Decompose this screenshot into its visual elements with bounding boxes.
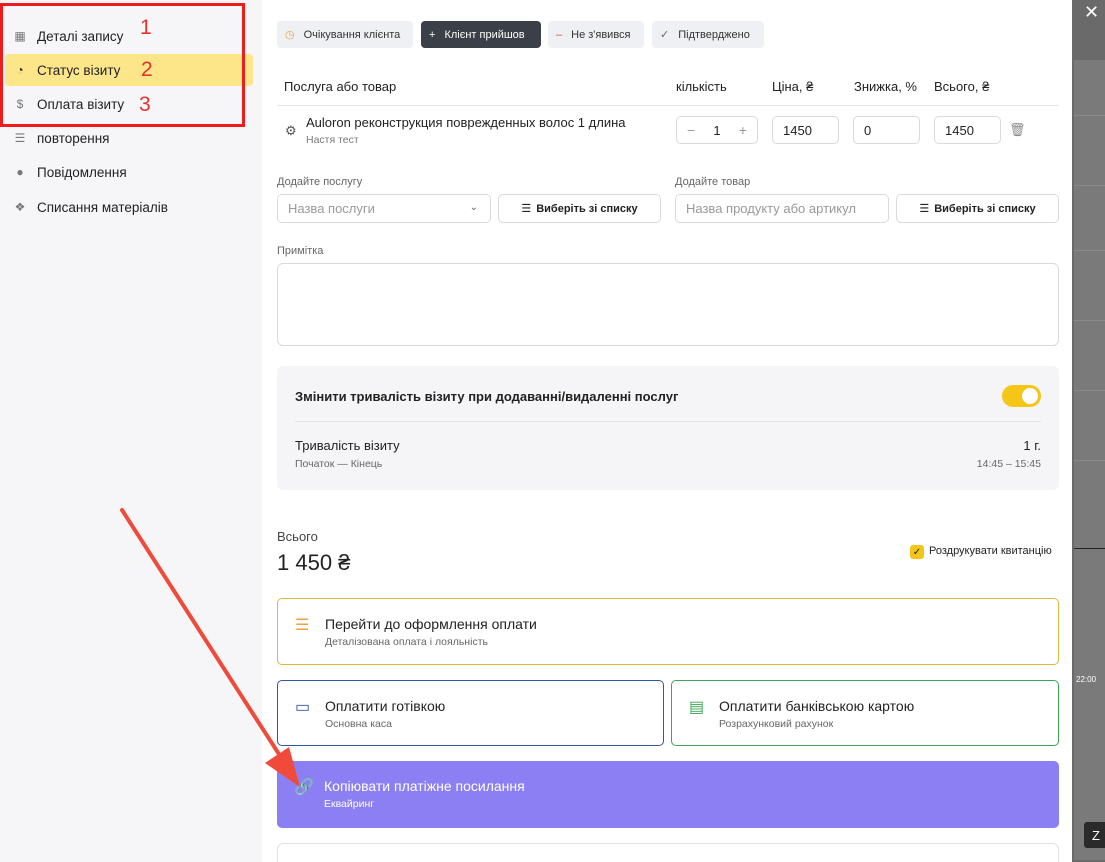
minus-icon: – [556, 28, 563, 41]
print-receipt-checkbox[interactable]: ✓ [910, 545, 924, 559]
status-confirmed-button[interactable]: ✓ Підтверджено [652, 21, 764, 48]
header-discount: Знижка, % [854, 79, 917, 94]
divider [295, 421, 1041, 422]
print-receipt-label: Роздрукувати квитанцію [929, 545, 1052, 557]
bottom-card [277, 843, 1059, 862]
time-label: 22:00 [1076, 675, 1097, 684]
payment-subtitle: Розрахунковий рахунок [719, 718, 834, 730]
price-input[interactable]: 1450 [772, 116, 839, 144]
materials-icon: ❖ [14, 200, 26, 214]
total-amount: 1 450 ₴ [277, 550, 351, 575]
payment-title: Перейти до оформлення оплати [325, 616, 537, 632]
service-name: Auloron реконструкция поврежденных волос… [306, 115, 626, 130]
checkout-button[interactable]: ☰ Перейти до оформлення оплати Деталізов… [277, 598, 1059, 665]
annotation-number: 1 [140, 16, 152, 39]
total-input[interactable]: 1450 [934, 116, 1001, 144]
grid-line [1074, 390, 1105, 391]
divider [277, 105, 1059, 106]
card-icon: ▤ [689, 699, 705, 716]
total-label: Всього [277, 529, 318, 544]
annotation-box [0, 3, 245, 127]
z-button[interactable]: Z [1084, 822, 1105, 848]
list-icon: ☰ [919, 203, 930, 215]
note-textarea[interactable] [277, 263, 1059, 346]
list-icon: ☰ [521, 203, 532, 215]
payment-subtitle: Еквайринг [324, 798, 375, 810]
header-service: Послуга або товар [284, 79, 397, 94]
payment-title: Оплатити банківською картою [719, 698, 915, 714]
chat-icon: ● [16, 165, 24, 179]
button-label: Виберіть зі списку [536, 202, 638, 215]
close-icon[interactable]: ✕ [1084, 2, 1099, 23]
duration-card [277, 366, 1059, 490]
pay-cash-button[interactable]: ▭ Оплатити готівкою Основна каса [277, 680, 664, 746]
plus-icon: + [429, 28, 436, 41]
product-placeholder: Назва продукту або артикул [686, 201, 856, 216]
service-select[interactable]: Назва послуги ⌄ [277, 194, 491, 223]
sidebar-item-label: повторення [37, 130, 110, 146]
list-icon: ☰ [295, 617, 310, 634]
status-label: Клієнт прийшов [444, 28, 525, 41]
sidebar-item-label: Списання матеріалів [37, 199, 168, 215]
copy-payment-link-button[interactable]: 🔗 Копіювати платіжне посилання Еквайринг [277, 761, 1059, 828]
status-waiting-button[interactable]: ◷ Очікування клієнта [277, 21, 413, 48]
annotation-number: 2 [141, 58, 153, 81]
plus-icon[interactable]: + [739, 122, 747, 138]
pay-card-button[interactable]: ▤ Оплатити банківською картою Розрахунко… [671, 680, 1059, 746]
status-no-show-button[interactable]: – Не з'явився [548, 21, 644, 48]
payment-subtitle: Деталізована оплата і лояльність [325, 636, 488, 648]
discount-input[interactable]: 0 [853, 116, 920, 144]
status-label: Очікування клієнта [303, 28, 401, 41]
payment-subtitle: Основна каса [325, 718, 392, 730]
grid-line [1074, 250, 1105, 251]
background-calendar [1072, 0, 1105, 862]
status-label: Підтверджено [678, 28, 750, 41]
trash-icon[interactable]: 🗑 [1009, 122, 1026, 138]
sidebar-item-materials[interactable]: ❖ Списання матеріалів [5, 191, 253, 223]
grid-line [1074, 185, 1105, 186]
quantity-value: 1 [713, 122, 721, 138]
header-qty: кількість [676, 79, 727, 94]
quantity-stepper[interactable]: − 1 + [676, 116, 758, 144]
product-search-input[interactable]: Назва продукту або артикул [675, 194, 889, 223]
service-placeholder: Назва послуги [288, 201, 375, 216]
payment-title: Копіювати платіжне посилання [324, 778, 525, 794]
status-arrived-button[interactable]: + Клієнт прийшов [421, 21, 541, 48]
toggle-knob [1022, 388, 1038, 404]
minus-icon[interactable]: − [687, 122, 695, 138]
payment-title: Оплатити готівкою [325, 698, 446, 714]
button-label: Виберіть зі списку [934, 202, 1036, 215]
service-master: Настя тест [306, 134, 359, 146]
duration-subtitle: Початок — Кінець [295, 458, 383, 470]
add-product-label: Додайте товар [675, 176, 751, 188]
annotation-number: 3 [139, 93, 151, 116]
duration-title: Тривалість візиту [295, 438, 400, 453]
wallet-icon: ▭ [295, 699, 311, 716]
clock-icon: ◷ [285, 29, 295, 41]
gear-icon[interactable]: ⚙ [285, 123, 297, 139]
chevron-down-icon: ⌄ [469, 202, 478, 213]
note-label: Примітка [277, 245, 324, 257]
sidebar-item-messages[interactable]: ● Повідомлення [5, 156, 253, 188]
duration-toggle-label: Змінити тривалість візиту при додаванні/… [295, 389, 679, 404]
duration-toggle[interactable] [1002, 385, 1041, 407]
link-icon: 🔗 [294, 779, 314, 796]
header-price: Ціна, ₴ [772, 79, 814, 94]
grid-line [1074, 548, 1105, 549]
duration-value: 1 г. [1023, 438, 1041, 453]
status-label: Не з'явився [571, 28, 631, 41]
check-icon: ✓ [660, 29, 670, 41]
duration-range: 14:45 – 15:45 [976, 458, 1041, 470]
grid-line [1074, 115, 1105, 116]
header-total: Всього, ₴ [934, 79, 990, 94]
add-service-label: Додайте послугу [277, 176, 363, 188]
grid-line [1074, 460, 1105, 461]
list-icon: ☰ [14, 131, 26, 145]
sidebar: ▦ Деталі запису ◔ Статус візиту $ Оплата… [0, 0, 262, 862]
grid-line [1074, 320, 1105, 321]
product-list-button[interactable]: ☰ Виберіть зі списку [896, 194, 1059, 223]
sidebar-item-label: Повідомлення [37, 164, 127, 180]
service-list-button[interactable]: ☰ Виберіть зі списку [498, 194, 661, 223]
